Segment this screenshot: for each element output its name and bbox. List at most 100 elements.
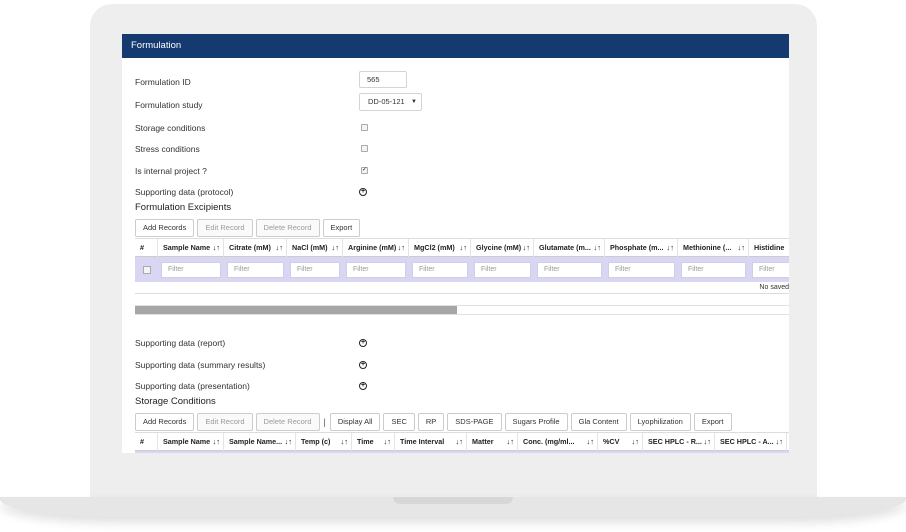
- formulation-id-input[interactable]: 565: [359, 71, 407, 88]
- sort-icon[interactable]: ↓↑: [523, 239, 531, 257]
- storage-column-header[interactable]: SEC HPLC - R... ↓↑: [643, 433, 715, 451]
- storage-column-header[interactable]: Conc. (mg/ml... ↓↑: [518, 433, 598, 451]
- sort-icon[interactable]: ↓↑: [587, 433, 595, 451]
- supporting-summary-label: Supporting data (summary results): [135, 360, 266, 370]
- gla-content-button[interactable]: Gla Content: [570, 413, 627, 431]
- storage-column-label: Time Interval: [400, 437, 445, 446]
- select-all-checkbox[interactable]: [143, 265, 151, 274]
- storage-column-header[interactable]: Temp (c) ↓↑: [296, 433, 352, 451]
- filter-cell: [135, 257, 158, 282]
- sort-icon[interactable]: ↓↑: [594, 239, 602, 257]
- sort-icon[interactable]: ↓↑: [276, 239, 284, 257]
- storage-column-header[interactable]: Time ↓↑: [352, 433, 395, 451]
- caret-down-icon: ▼: [411, 99, 417, 105]
- sort-icon[interactable]: ↓↑: [776, 433, 784, 451]
- internal-project-checkbox[interactable]: ✓: [361, 167, 368, 174]
- sort-icon[interactable]: ↓↑: [332, 239, 340, 257]
- sort-icon[interactable]: ↓↑: [632, 433, 640, 451]
- internal-project-label: Is internal project ?: [135, 166, 207, 176]
- excipients-column-header[interactable]: Citrate (mM) ↓↑: [224, 239, 287, 257]
- excipients-column-header[interactable]: Histidine↓↑: [749, 239, 789, 257]
- excipients-column-label: MgCl2 (mM): [414, 243, 455, 252]
- filter-cell: Filter: [343, 257, 409, 282]
- sort-icon[interactable]: ↓↑: [213, 433, 221, 451]
- storage-column-header[interactable]: #: [135, 433, 158, 451]
- sort-icon[interactable]: ↓↑: [738, 239, 746, 257]
- report-expand-icon[interactable]: +: [359, 339, 367, 347]
- sort-icon[interactable]: ↓↑: [213, 239, 221, 257]
- excipients-column-header[interactable]: Glutamate (m... ↓↑: [534, 239, 605, 257]
- sds-page-button[interactable]: SDS-PAGE: [447, 413, 502, 431]
- stress-conditions-label: Stress conditions: [135, 144, 200, 154]
- excipients-column-header[interactable]: Methionine (... ↓↑: [678, 239, 749, 257]
- formulation-id-label: Formulation ID: [135, 77, 191, 87]
- excipients-edit-button[interactable]: Edit Record: [197, 219, 253, 237]
- storage-column-header[interactable]: Sample Name ↓↑: [158, 433, 224, 451]
- filter-input[interactable]: Filter: [537, 261, 602, 278]
- lyophilization-button[interactable]: Lyophilization: [629, 413, 691, 431]
- rp-button[interactable]: RP: [417, 413, 445, 431]
- storage-header-row: # Sample Name ↓↑ Sample Name... ↓↑ Temp (c) ↓↑…: [135, 432, 789, 451]
- storage-grid: # Sample Name ↓↑ Sample Name... ↓↑ Temp (c) ↓↑…: [135, 432, 789, 453]
- storage-column-header[interactable]: Time Interval ↓↑: [395, 433, 467, 451]
- sort-icon[interactable]: ↓↑: [507, 433, 515, 451]
- protocol-expand-icon[interactable]: +: [359, 188, 367, 196]
- screenshot-stage: Formulation Formulation ID 565 Formulati…: [0, 0, 906, 532]
- presentation-expand-icon[interactable]: +: [359, 382, 367, 390]
- storage-conditions-label: Storage conditions: [135, 123, 206, 133]
- storage-delete-button[interactable]: Delete Record: [255, 413, 320, 431]
- excipients-delete-button[interactable]: Delete Record: [255, 219, 320, 237]
- filter-input[interactable]: Filter: [227, 261, 284, 278]
- excipients-column-header[interactable]: Sample Name ↓↑: [158, 239, 224, 257]
- filter-input[interactable]: Filter: [346, 261, 406, 278]
- excipients-column-header[interactable]: NaCl (mM) ↓↑: [287, 239, 343, 257]
- excipients-add-button[interactable]: Add Records: [135, 219, 195, 237]
- filter-input[interactable]: Filter: [752, 261, 789, 278]
- excipients-horizontal-scrollbar[interactable]: [135, 305, 789, 315]
- toolbar-separator: |: [323, 417, 326, 427]
- storage-column-header[interactable]: Sample Name... ↓↑: [224, 433, 296, 451]
- sort-icon[interactable]: ↓↑: [341, 433, 349, 451]
- sort-icon[interactable]: ↓↑: [667, 239, 675, 257]
- sort-icon[interactable]: ↓↑: [456, 433, 464, 451]
- excipients-column-header[interactable]: Arginine (mM) ↓↑: [343, 239, 409, 257]
- excipients-column-header[interactable]: Glycine (mM) ↓↑: [471, 239, 534, 257]
- filter-input[interactable]: Filter: [681, 261, 746, 278]
- storage-edit-button[interactable]: Edit Record: [197, 413, 253, 431]
- sort-icon[interactable]: ↓↑: [704, 433, 712, 451]
- storage-conditions-checkbox[interactable]: [361, 124, 368, 131]
- excipients-column-header[interactable]: MgCl2 (mM) ↓↑: [409, 239, 471, 257]
- filter-input[interactable]: Filter: [290, 261, 340, 278]
- storage-column-header[interactable]: SEC HPLC - A... ↓↑: [715, 433, 787, 451]
- filter-input[interactable]: Filter: [412, 261, 468, 278]
- display-all-button[interactable]: Display All: [329, 413, 381, 431]
- storage-filter-row: [135, 451, 789, 453]
- excipients-export-button[interactable]: Export: [322, 219, 361, 237]
- filter-cell: Filter: [224, 257, 287, 282]
- sugars-profile-button[interactable]: Sugars Profile: [504, 413, 568, 431]
- sort-icon[interactable]: ↓↑: [460, 239, 468, 257]
- filter-input[interactable]: Filter: [474, 261, 531, 278]
- stress-conditions-checkbox[interactable]: [361, 145, 368, 152]
- excipients-column-label: Histidine: [754, 243, 785, 252]
- sort-icon[interactable]: ↓↑: [285, 433, 293, 451]
- storage-column-header[interactable]: %CV ↓↑: [598, 433, 643, 451]
- formulation-study-select[interactable]: DD-05-121 ▼: [359, 93, 422, 111]
- app-screen: Formulation Formulation ID 565 Formulati…: [122, 34, 789, 453]
- excipients-filter-row: Filter Filter Filter Filter Filter Filter Filt…: [135, 257, 789, 282]
- storage-column-label: Temp (c): [301, 437, 331, 446]
- sort-icon[interactable]: ↓↑: [398, 239, 406, 257]
- excipients-column-label: Glutamate (m...: [539, 243, 591, 252]
- filter-input[interactable]: Filter: [608, 261, 675, 278]
- summary-expand-icon[interactable]: +: [359, 361, 367, 369]
- excipients-column-header[interactable]: #: [135, 239, 158, 257]
- sec-button[interactable]: SEC: [383, 413, 415, 431]
- excipients-column-header[interactable]: Phosphate (m... ↓↑: [605, 239, 678, 257]
- excipients-column-label: Phosphate (m...: [610, 243, 664, 252]
- storage-export-button[interactable]: Export: [693, 413, 732, 431]
- filter-input[interactable]: Filter: [161, 261, 221, 278]
- scrollbar-thumb[interactable]: [135, 306, 457, 314]
- storage-add-button[interactable]: Add Records: [135, 413, 195, 431]
- sort-icon[interactable]: ↓↑: [384, 433, 392, 451]
- storage-column-header[interactable]: Matter ↓↑: [467, 433, 518, 451]
